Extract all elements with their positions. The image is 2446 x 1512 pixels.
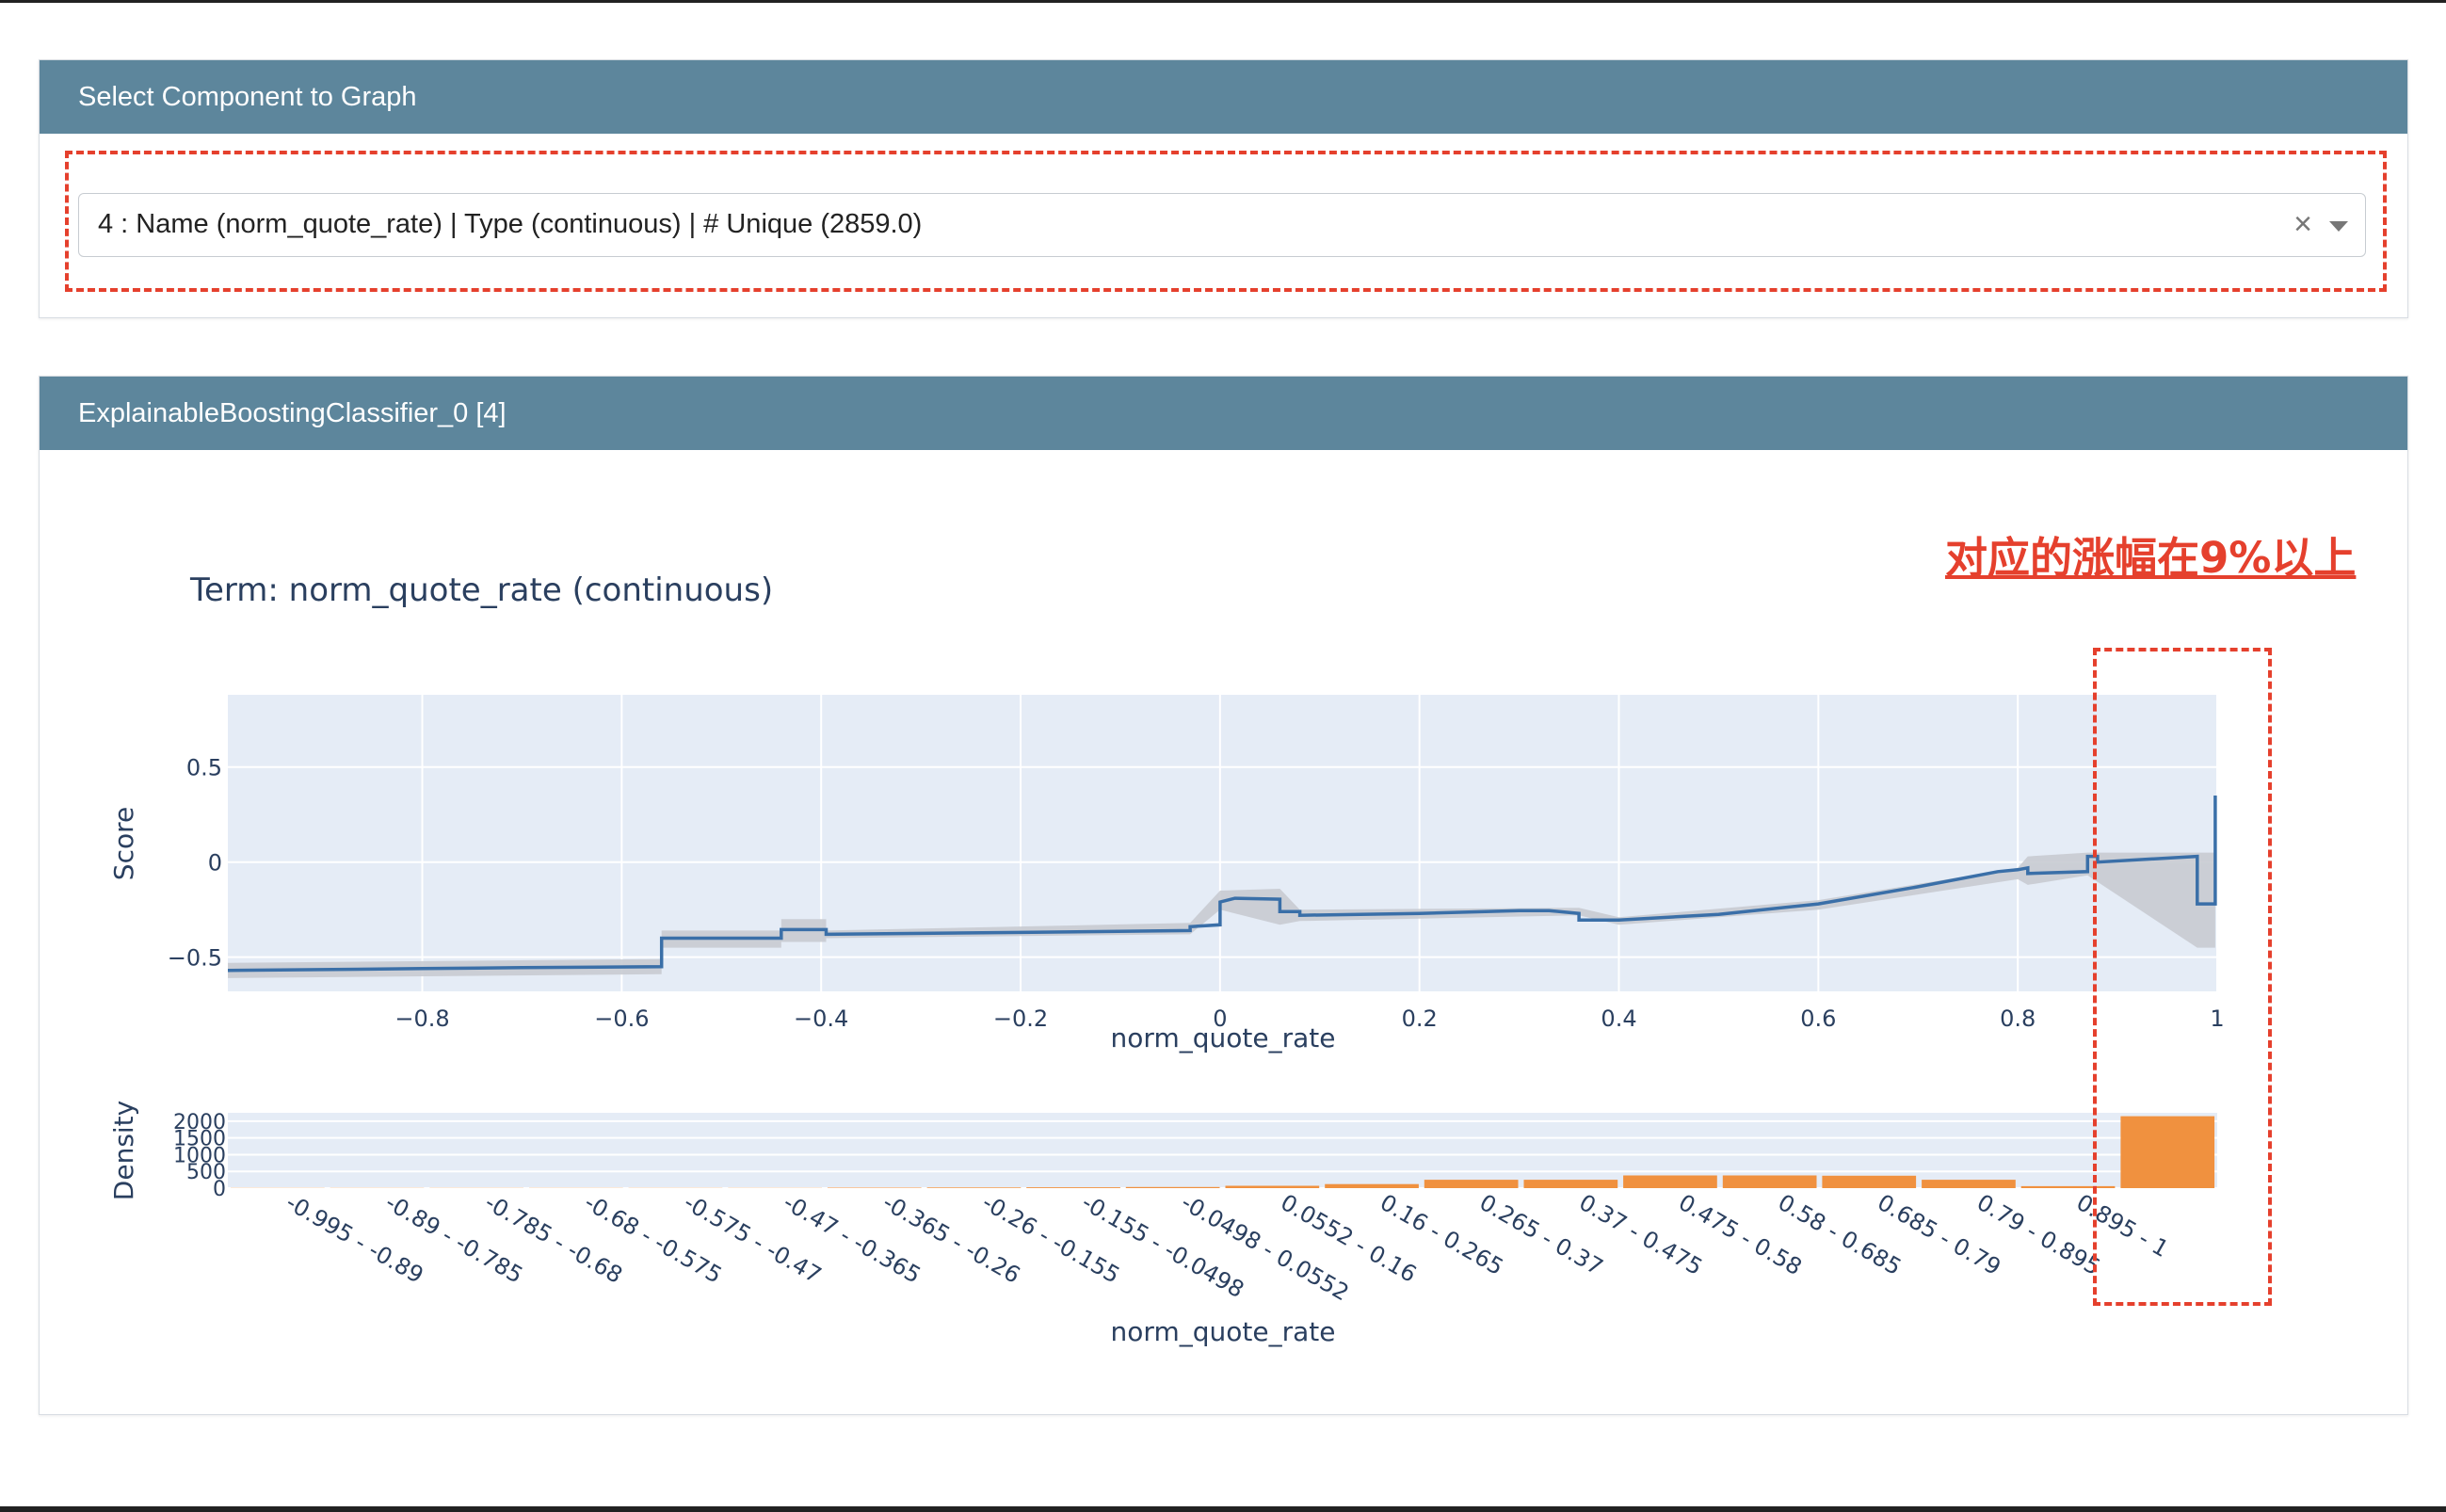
density-category-label: -0.0498 - 0.0552 bbox=[1177, 1189, 1354, 1307]
density-bar bbox=[1125, 1186, 1220, 1188]
x-tick-label: −0.8 bbox=[394, 1005, 449, 1032]
density-bar bbox=[1722, 1175, 1817, 1188]
plot-background bbox=[228, 695, 2217, 991]
x-tick-label: −0.6 bbox=[594, 1005, 649, 1032]
density-x-axis-label: norm_quote_rate bbox=[1111, 1316, 1336, 1347]
density-background bbox=[228, 1113, 2217, 1188]
bottom-border bbox=[0, 1506, 2446, 1512]
density-y-axis-label: Density bbox=[108, 1101, 139, 1200]
density-bar bbox=[1424, 1180, 1519, 1188]
annotation-text: 对应的涨幅在9%以上 bbox=[1945, 533, 2357, 583]
density-bar bbox=[1623, 1175, 1717, 1188]
y-tick-label: 0 bbox=[208, 850, 222, 877]
density-bar bbox=[1026, 1187, 1120, 1188]
x-tick-label: 0.8 bbox=[2000, 1005, 2036, 1032]
density-tick-label: 2000 bbox=[173, 1111, 226, 1134]
density-bar bbox=[1325, 1183, 1419, 1188]
x-tick-label: −0.2 bbox=[993, 1005, 1048, 1032]
x-tick-label: 0.4 bbox=[1601, 1005, 1636, 1032]
density-bar bbox=[827, 1187, 922, 1188]
density-bar bbox=[926, 1187, 1022, 1188]
x-axis-label: norm_quote_rate bbox=[1111, 1022, 1336, 1054]
y-axis-label: Score bbox=[108, 807, 139, 880]
x-tick-label: 0.6 bbox=[1800, 1005, 1836, 1032]
density-bar bbox=[1523, 1180, 1618, 1188]
chart-title: Term: norm_quote_rate (continuous) bbox=[189, 571, 773, 609]
y-tick-label: 0.5 bbox=[186, 755, 222, 781]
x-tick-label: −0.4 bbox=[794, 1005, 848, 1032]
density-bar bbox=[1922, 1180, 2016, 1188]
density-bar bbox=[1225, 1185, 1320, 1188]
density-category-label: -0.155 - -0.0498 bbox=[1077, 1189, 1248, 1303]
y-tick-label: −0.5 bbox=[168, 945, 222, 972]
annotation-box-selector bbox=[65, 151, 2387, 292]
x-tick-label: 0.2 bbox=[1402, 1005, 1438, 1032]
density-bar bbox=[1822, 1175, 1917, 1188]
annotation-box-high-range bbox=[2093, 648, 2272, 1306]
